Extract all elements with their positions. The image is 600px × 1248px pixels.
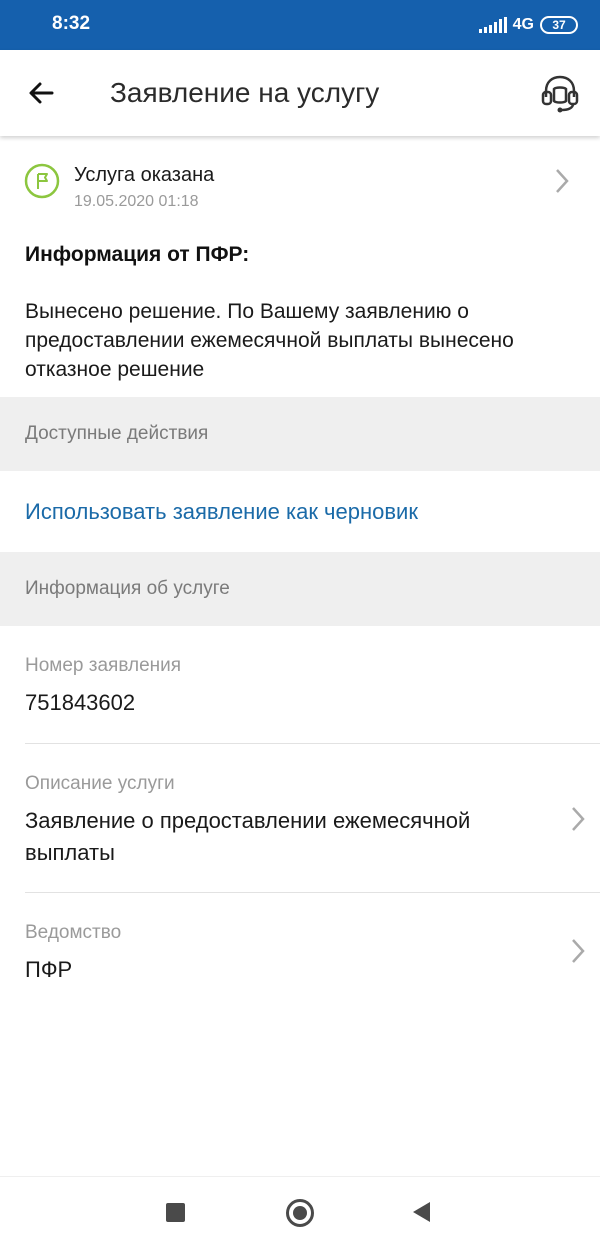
field-application-number: Номер заявления 751843602 xyxy=(0,626,600,744)
status-time: 8:32 xyxy=(52,13,91,34)
recents-square-icon[interactable] xyxy=(166,1203,185,1222)
navigation-bar xyxy=(0,1176,600,1248)
chevron-right-icon xyxy=(572,807,585,831)
info-heading: Информация от ПФР: xyxy=(25,243,250,266)
status-indicators: 4G 37 xyxy=(478,14,578,36)
field-service-description[interactable]: Описание услуги Заявление о предоставлен… xyxy=(0,744,600,892)
status-title: Услуга оказана xyxy=(74,164,215,186)
home-circle-icon[interactable] xyxy=(286,1199,314,1227)
status-bar: 8:32 4G 37 xyxy=(0,0,600,50)
field-value: 751843602 xyxy=(25,690,136,715)
support-button[interactable] xyxy=(538,71,582,115)
field-department[interactable]: Ведомство ПФР xyxy=(0,893,600,1003)
service-status[interactable]: Услуга оказана 19.05.2020 01:18 xyxy=(0,136,600,226)
field-label: Ведомство xyxy=(25,922,122,943)
back-button[interactable] xyxy=(22,73,62,113)
info-text: Вынесено решение. По Вашему заявлению о … xyxy=(25,300,514,381)
chevron-right-icon xyxy=(572,939,585,963)
section-header-actions: Доступные действия xyxy=(0,397,600,471)
field-value: Заявление о предоставлении ежемесячной в… xyxy=(25,808,471,865)
arrow-left-icon xyxy=(29,82,54,104)
back-triangle-icon[interactable] xyxy=(413,1202,430,1222)
use-as-draft-link[interactable]: Использовать заявление как черновик xyxy=(25,499,418,525)
chevron-right-icon xyxy=(556,169,569,193)
field-label: Номер заявления xyxy=(25,655,182,676)
section-title: Информация об услуге xyxy=(25,578,230,599)
field-value: ПФР xyxy=(25,957,73,982)
network-type: 4G xyxy=(512,16,534,33)
battery-icon: 37 xyxy=(540,16,578,34)
page-title: Заявление на услугу xyxy=(110,77,380,108)
section-header-service-info: Информация об услуге xyxy=(0,552,600,626)
headset-icon xyxy=(541,75,579,113)
field-label: Описание услуги xyxy=(25,773,175,794)
battery-level: 37 xyxy=(552,18,566,32)
status-date: 19.05.2020 01:18 xyxy=(74,193,199,210)
app-bar: Заявление на услугу xyxy=(0,50,600,136)
signal-icon xyxy=(478,17,507,33)
section-title: Доступные действия xyxy=(25,423,209,444)
flag-icon xyxy=(24,163,60,199)
